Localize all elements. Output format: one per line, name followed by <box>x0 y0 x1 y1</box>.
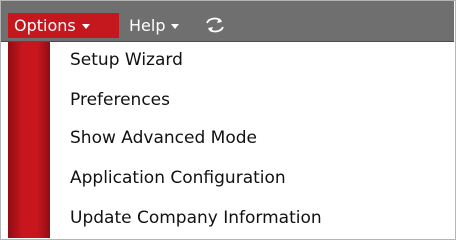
menu-options-label: Options <box>14 16 76 35</box>
menu-item-label: Preferences <box>70 90 170 110</box>
menu-item-label: Show Advanced Mode <box>70 128 257 148</box>
sync-arrows-icon[interactable] <box>203 14 227 36</box>
menu-help-label: Help <box>129 16 166 35</box>
menu-item-label: Update Company Information <box>70 208 322 228</box>
menu-item-show-advanced-mode[interactable]: Show Advanced Mode <box>70 124 440 152</box>
menu-bar: Options Help <box>1 1 454 42</box>
caret-down-icon <box>171 24 180 29</box>
dropdown-side-stripe <box>8 42 50 238</box>
menu-item-label: Setup Wizard <box>70 50 183 70</box>
menu-item-application-configuration[interactable]: Application Configuration <box>70 164 440 192</box>
menu-item-setup-wizard[interactable]: Setup Wizard <box>70 46 440 74</box>
menu-item-update-company-information[interactable]: Update Company Information <box>70 204 440 232</box>
options-dropdown: Setup Wizard Preferences Show Advanced M… <box>8 42 454 238</box>
menu-options[interactable]: Options <box>8 13 119 38</box>
menu-item-label: Application Configuration <box>70 168 286 188</box>
menu-help[interactable]: Help <box>125 13 203 38</box>
menu-item-preferences[interactable]: Preferences <box>70 86 440 114</box>
caret-down-icon <box>81 24 90 29</box>
